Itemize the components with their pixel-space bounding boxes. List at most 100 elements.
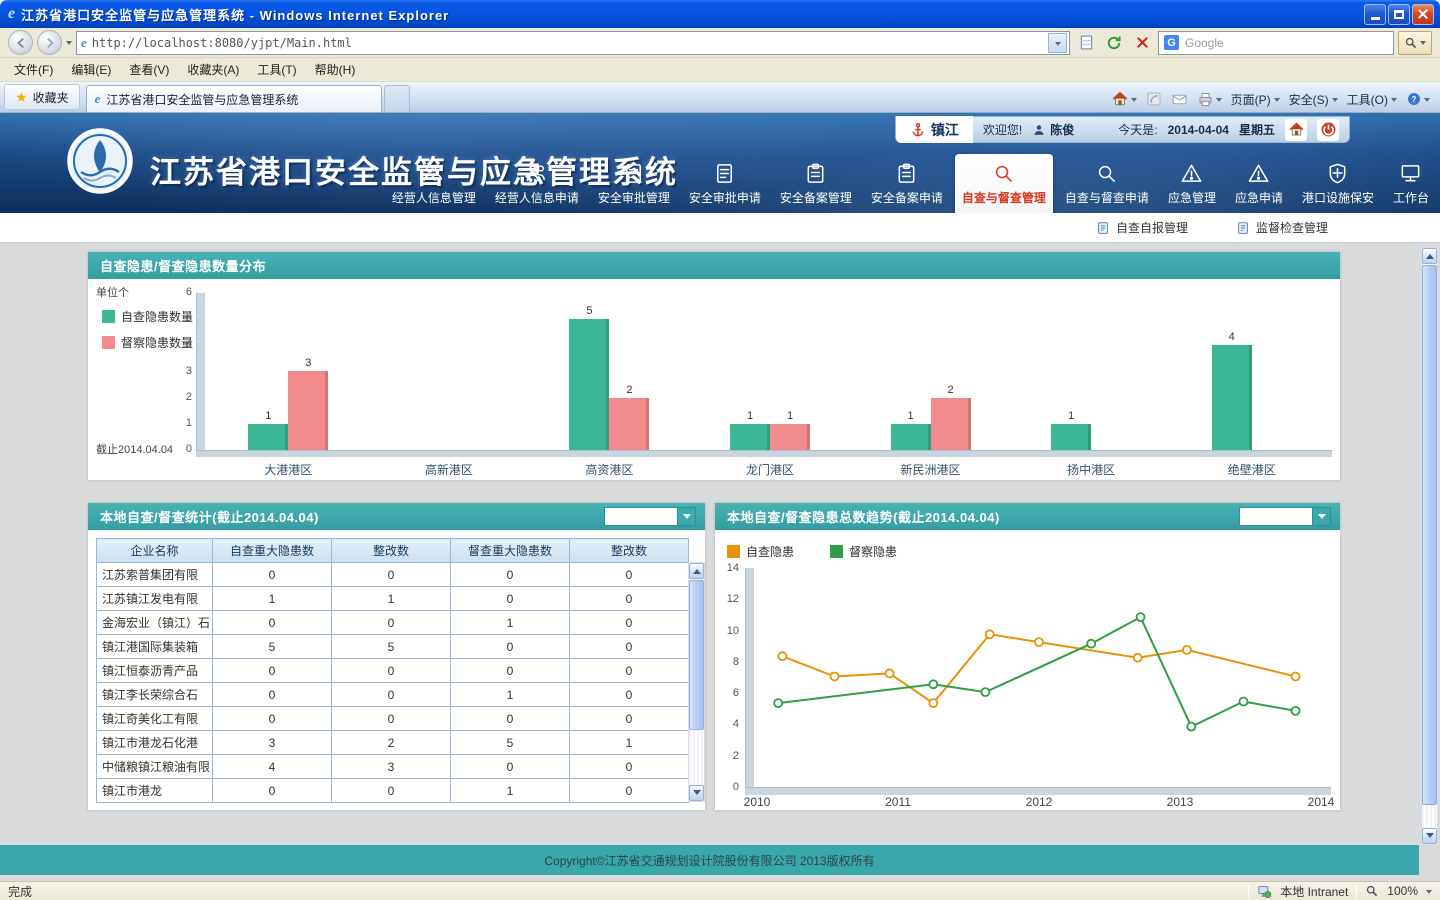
nav-item-label: 经营人信息管理 (392, 189, 476, 206)
city-tab[interactable]: 镇江 (896, 116, 973, 143)
table-column-header: 企业名称 (97, 539, 213, 563)
page-scrollbar[interactable] (1421, 247, 1438, 845)
address-dropdown-button[interactable] (1048, 33, 1067, 53)
table-row[interactable]: 金海宏业（镇江）石0010 (97, 611, 689, 635)
restore-button[interactable] (1388, 4, 1410, 25)
zoom-icon[interactable] (1365, 884, 1379, 898)
anchor-icon (910, 122, 926, 138)
stats-filter-select[interactable] (604, 507, 696, 526)
menu-item-3[interactable]: 查看(V) (121, 58, 177, 81)
value-cell: 0 (570, 611, 689, 635)
table-row[interactable]: 镇江市港龙石化港3251 (97, 731, 689, 755)
refresh-button[interactable] (1102, 31, 1126, 55)
trend-y-tick-label: 10 (721, 625, 739, 637)
bar-self-check (248, 424, 288, 450)
menu-item-2[interactable]: 编辑(E) (63, 58, 119, 81)
table-row[interactable]: 镇江市港龙0010 (97, 779, 689, 803)
page-scroll-thumb[interactable] (1422, 265, 1437, 805)
forward-button[interactable] (37, 30, 62, 55)
trend-x-tick-label: 2010 (735, 795, 779, 809)
window-titlebar[interactable]: e 江苏省港口安全监管与应急管理系统 - Windows Internet Ex… (0, 0, 1440, 28)
zoom-level[interactable]: 100% (1387, 884, 1418, 898)
trend-legend: 自查隐患督察隐患 (727, 543, 897, 560)
sub-nav: 自查自报管理 监督检查管理 (0, 213, 1440, 243)
print-button[interactable] (1197, 91, 1222, 108)
nav-item-11[interactable]: 港口设施保安 (1295, 158, 1381, 213)
zoom-dropdown[interactable] (1426, 890, 1432, 897)
table-row[interactable]: 镇江李长荣综合石0010 (97, 683, 689, 707)
subnav-item-2[interactable]: 监督检查管理 (1236, 219, 1328, 236)
nav-item-5[interactable]: 安全备案管理 (773, 158, 859, 213)
address-url[interactable]: http://localhost:8080/yjpt/Main.html (92, 36, 1043, 50)
mail-button[interactable] (1171, 91, 1188, 108)
forward-arrow-icon (43, 36, 57, 50)
clipboard-icon (895, 162, 918, 185)
nav-item-3[interactable]: 安全审批管理 (591, 158, 677, 213)
trend-x-tick-label: 2014 (1299, 795, 1343, 809)
page-icon: e (81, 35, 87, 51)
trend-panel-title: 本地自查/督查隐患总数趋势(截止2014.04.04) (727, 507, 1000, 526)
nav-item-8[interactable]: 自查与督查申请 (1058, 158, 1156, 213)
table-row[interactable]: 镇江港国际集装箱5500 (97, 635, 689, 659)
command-button-1[interactable]: 页面(P) (1231, 91, 1280, 108)
bar-value-label: 5 (569, 305, 609, 317)
page-scroll-up-button[interactable] (1422, 248, 1437, 264)
nav-item-10[interactable]: 应急申请 (1228, 158, 1290, 213)
search-button[interactable] (1398, 31, 1432, 55)
nav-item-1[interactable]: 经营人信息管理 (385, 158, 483, 213)
portal-home-button[interactable] (1285, 119, 1307, 141)
star-icon: ★ (15, 90, 28, 104)
feed-button[interactable] (1146, 91, 1162, 107)
trend-filter-dropdown-button[interactable] (1312, 508, 1330, 525)
browser-tab[interactable]: e 江苏省港口安全监管与应急管理系统 (86, 85, 382, 112)
legend-swatch (727, 545, 740, 558)
nav-item-2[interactable]: 经营人信息申请 (488, 158, 586, 213)
menu-item-6[interactable]: 帮助(H) (307, 58, 364, 81)
table-row[interactable]: 江苏镇江发电有限1100 (97, 587, 689, 611)
nav-item-4[interactable]: 安全审批申请 (682, 158, 768, 213)
nav-item-7[interactable]: 自查与督查管理 (955, 154, 1053, 213)
search-box[interactable]: G Google (1158, 31, 1394, 55)
table-row[interactable]: 江苏索普集团有限0000 (97, 563, 689, 587)
value-cell: 0 (213, 659, 332, 683)
compatibility-view-button[interactable] (1074, 31, 1098, 55)
subnav-item-1[interactable]: 自查自报管理 (1096, 219, 1188, 236)
minimize-button[interactable] (1364, 4, 1386, 25)
table-scroll-thumb[interactable] (689, 580, 704, 730)
favorites-button[interactable]: ★ 收藏夹 (4, 84, 80, 110)
table-scrollbar[interactable] (688, 562, 705, 802)
home-button[interactable] (1111, 90, 1137, 108)
nav-item-12[interactable]: 工作台 (1386, 158, 1436, 213)
nav-item-label: 应急管理 (1168, 189, 1216, 206)
command-button-2[interactable]: 安全(S) (1289, 91, 1338, 108)
stats-filter-dropdown-button[interactable] (677, 508, 695, 525)
trend-filter-select[interactable] (1239, 507, 1331, 526)
trend-line-svg (755, 566, 1333, 790)
nav-item-6[interactable]: 安全备案申请 (864, 158, 950, 213)
back-button[interactable] (8, 30, 33, 55)
close-button[interactable] (1412, 4, 1434, 25)
table-scroll-down-button[interactable] (689, 785, 704, 801)
value-cell: 0 (451, 707, 570, 731)
nav-item-9[interactable]: 应急管理 (1161, 158, 1223, 213)
table-row[interactable]: 镇江恒泰沥青产品0000 (97, 659, 689, 683)
table-row[interactable]: 镇江奇美化工有限0000 (97, 707, 689, 731)
table-row[interactable]: 中储粮镇江粮油有限4300 (97, 755, 689, 779)
table-scroll-up-button[interactable] (689, 563, 704, 579)
new-tab-stub[interactable] (384, 85, 410, 112)
search-input[interactable]: Google (1185, 36, 1388, 50)
help-button[interactable]: ? (1406, 91, 1430, 107)
menu-item-1[interactable]: 文件(F) (6, 58, 61, 81)
command-button-3[interactable]: 工具(O) (1347, 91, 1397, 108)
bar-plot: 1352111214 (208, 293, 1332, 450)
status-text: 完成 (8, 883, 32, 900)
history-dropdown[interactable] (66, 41, 72, 48)
stop-button[interactable] (1130, 31, 1154, 55)
trend-x-tick-label: 2013 (1158, 795, 1202, 809)
menu-item-5[interactable]: 工具(T) (249, 58, 304, 81)
line-plot (755, 566, 1333, 790)
address-bar[interactable]: e http://localhost:8080/yjpt/Main.html (76, 31, 1070, 55)
page-scroll-down-button[interactable] (1422, 828, 1437, 844)
menu-item-4[interactable]: 收藏夹(A) (179, 58, 247, 81)
logout-button[interactable] (1317, 119, 1339, 141)
